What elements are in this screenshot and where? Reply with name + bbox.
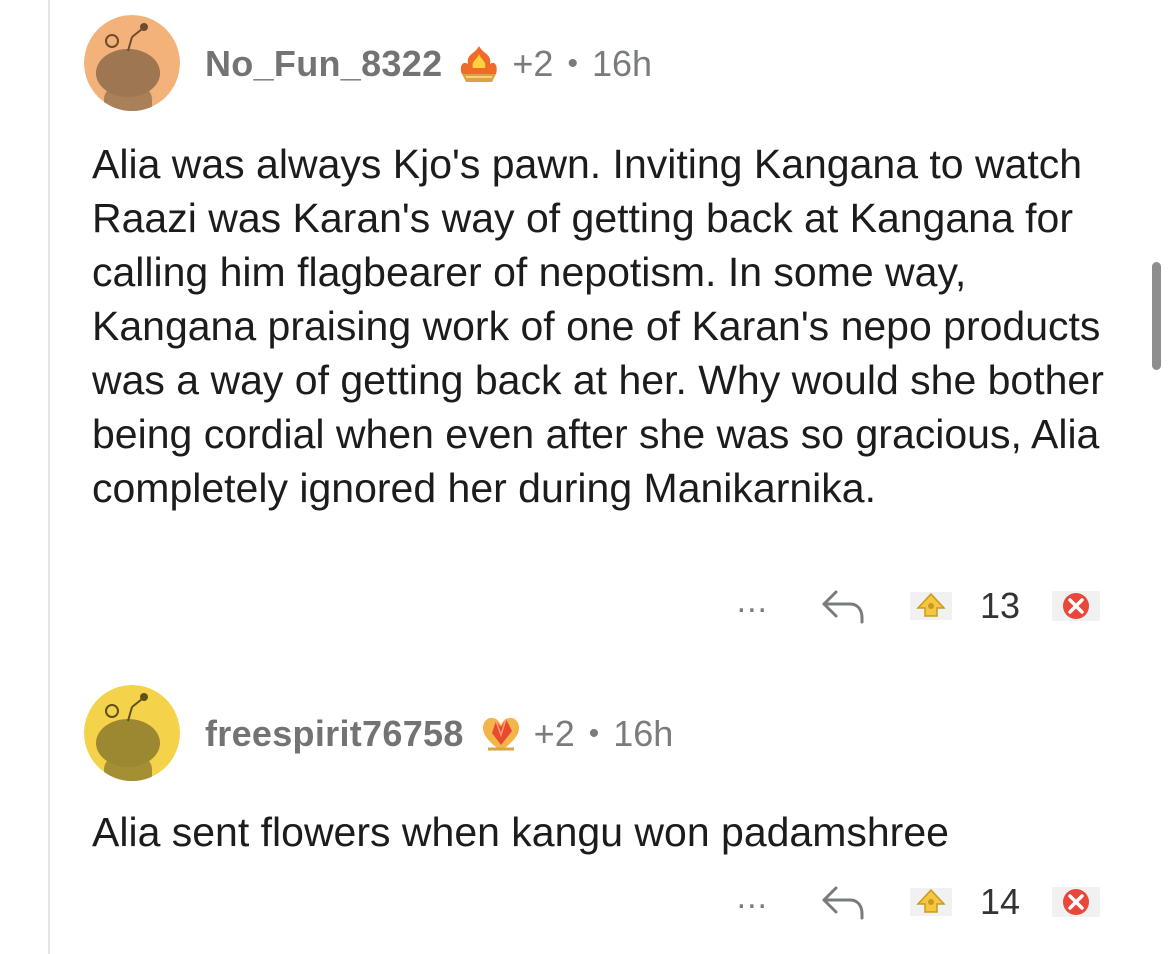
username[interactable]: freespirit76758 [205,713,464,755]
award-count[interactable]: +2 [534,713,575,755]
separator-dot: • [567,47,578,80]
separator-dot: • [588,717,600,750]
fire-award-icon[interactable] [456,44,502,84]
upvote-icon[interactable] [910,590,952,622]
comment: freespirit76758 +2 • 16h Alia sent flowe… [0,670,1170,954]
more-options-button[interactable]: ... [737,584,768,621]
vote-score: 14 [980,881,1021,922]
username[interactable]: No_Fun_8322 [205,43,442,85]
avatar[interactable] [84,15,180,111]
downvote-icon[interactable] [1052,885,1100,919]
comment-meta: freespirit76758 +2 • 16h [205,704,673,764]
comment: No_Fun_8322 +2 • 16h Alia was always Kjo… [0,0,1170,650]
snoo-avatar-icon [84,685,180,781]
comment-body: Alia was always Kjo's pawn. Inviting Kan… [92,141,1104,511]
comment-meta: No_Fun_8322 +2 • 16h [205,34,652,94]
comment-body: Alia sent flowers when kangu won padamsh… [92,809,949,855]
vote-score: 13 [980,585,1021,626]
comment-actions: ... 13 [737,582,1100,630]
reply-arrow-icon[interactable] [820,882,868,922]
snoo-avatar-icon [84,15,180,111]
crystal-heart-award-icon[interactable] [478,711,524,757]
award-count[interactable]: +2 [512,43,553,85]
downvote-icon[interactable] [1052,589,1100,623]
comment-actions: ... 14 [737,878,1100,926]
timestamp: 16h [613,713,674,754]
upvote-icon[interactable] [910,886,952,918]
avatar[interactable] [84,685,180,781]
more-options-button[interactable]: ... [737,880,768,917]
reply-arrow-icon[interactable] [820,586,868,626]
timestamp: 16h [591,43,653,84]
